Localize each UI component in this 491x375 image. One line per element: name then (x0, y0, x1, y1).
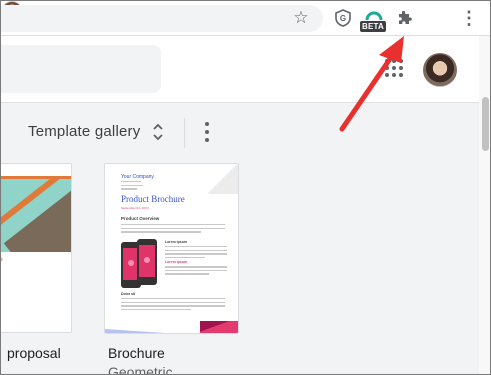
brochure-footer-decoration (105, 319, 238, 333)
template-gallery-button[interactable]: Template gallery (28, 123, 140, 140)
address-bar[interactable] (1, 5, 323, 32)
proposal-accent-bar (1, 176, 71, 179)
brochure-side-heading: Lorem ipsum (165, 240, 187, 244)
template-card-proposal[interactable]: me (1, 163, 72, 333)
puzzle-icon[interactable] (394, 7, 416, 29)
template-subtitle-brochure: Geometric (108, 364, 173, 375)
beta-extension-icon[interactable]: BETA (360, 5, 388, 33)
shield-extension-icon[interactable]: G (332, 7, 354, 29)
svg-text:G: G (340, 14, 346, 23)
more-options-icon[interactable] (201, 119, 213, 145)
brochure-bottom-heading: Dolor sit (121, 292, 136, 296)
page-scrollbar[interactable] (479, 36, 490, 374)
template-title-brochure[interactable]: Brochure (108, 345, 165, 361)
account-avatar[interactable] (423, 53, 457, 87)
brochure-date: September 04, 20XX (121, 206, 149, 210)
proposal-preview-text: me (1, 257, 3, 263)
brochure-side-text: Lorem ipsum Lorem ipsum (165, 240, 227, 277)
screenshot-frame: ☆ G BETA ⋮ Template gallery Your Company… (0, 0, 491, 375)
scrollbar-thumb[interactable] (482, 97, 489, 151)
google-apps-icon[interactable] (385, 59, 403, 77)
template-title-proposal[interactable]: proposal (7, 345, 61, 361)
chrome-menu-icon[interactable]: ⋮ (458, 7, 480, 29)
brochure-body-text (121, 224, 225, 235)
proposal-preview-image (1, 176, 71, 252)
brochure-bottom-text: Dolor sit (121, 292, 225, 312)
brochure-section-heading: Product Overview (121, 216, 160, 221)
bookmark-star-icon[interactable]: ☆ (290, 7, 312, 29)
template-card-brochure[interactable]: Your Company Product Brochure September … (104, 163, 239, 334)
brochure-phone-image (121, 239, 159, 289)
browser-toolbar: ☆ G BETA ⋮ (1, 1, 490, 36)
brochure-corner-decoration (208, 164, 238, 194)
brochure-company: Your Company (121, 174, 154, 180)
template-section: Template gallery me Your Company (1, 103, 479, 375)
beta-badge: BETA (360, 21, 386, 32)
brochure-heading: Product Brochure (121, 194, 185, 204)
search-input[interactable] (1, 45, 161, 93)
brochure-side-heading-2: Lorem ipsum (165, 260, 187, 265)
section-divider (184, 118, 185, 148)
unfold-more-icon[interactable] (151, 121, 165, 143)
brochure-address-lines (121, 181, 145, 192)
